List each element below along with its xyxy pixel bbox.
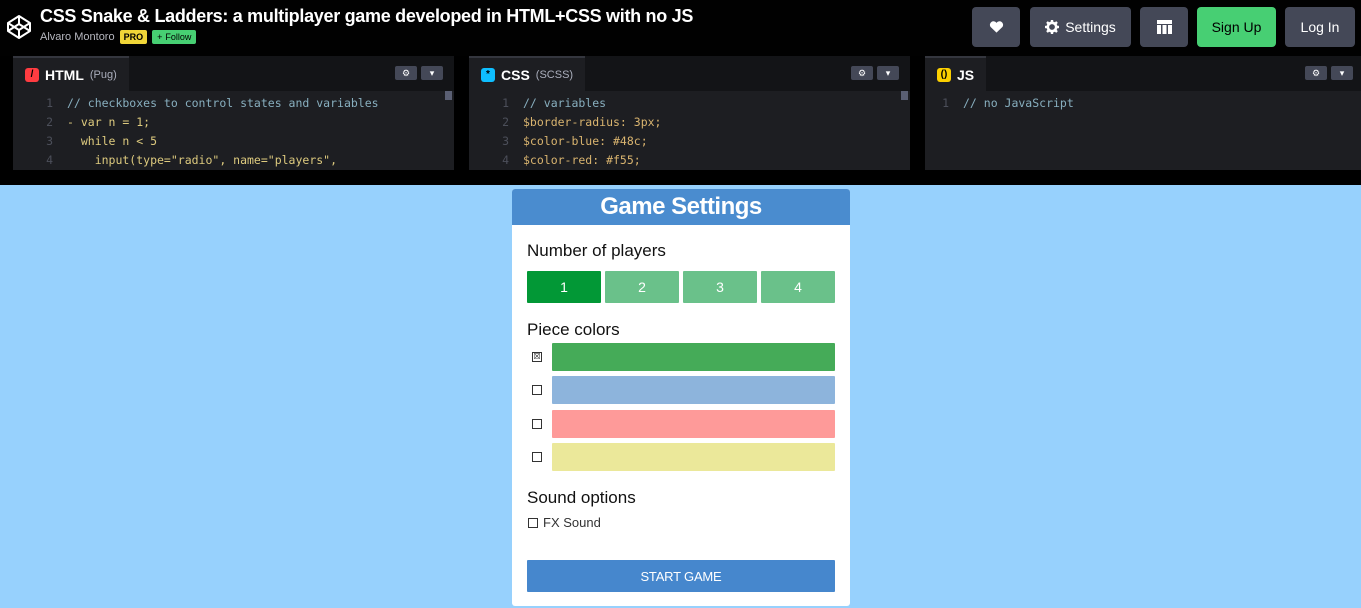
code-line: 1 // variables [469, 94, 910, 113]
css-tab-sub: (SCSS) [535, 68, 574, 81]
gear-icon [1045, 20, 1060, 34]
css-editor-header: * CSS (SCSS) ⚙ ▾ [469, 56, 910, 91]
code-text: $color-red: #f55; [523, 153, 641, 167]
fx-sound-label: FX Sound [543, 515, 601, 530]
layout-button[interactable] [1140, 7, 1188, 47]
code-line: 3 while n < 5 [13, 132, 454, 151]
line-number: 4 [502, 153, 509, 167]
piece-color-row: ☒ [527, 343, 835, 371]
code-text: $border-radius: 3px; [523, 115, 662, 129]
piece-color-swatch[interactable] [552, 410, 835, 438]
pro-badge: PRO [119, 30, 148, 44]
code-text: input(type="radio", name="players", [67, 153, 338, 167]
author-row: Alvaro Montoro PRO + Follow [40, 30, 197, 44]
sound-options-label: Sound options [527, 488, 636, 507]
top-header: CSS Snake & Ladders: a multiplayer game … [0, 0, 1361, 56]
piece-color-row [527, 376, 835, 404]
piece-color-row [527, 410, 835, 438]
line-number: 3 [46, 134, 53, 148]
code-line: 2 - var n = 1; [13, 113, 454, 132]
css-tab-name: CSS [501, 66, 530, 83]
html-tab-name: HTML [45, 66, 84, 83]
codepen-logo-icon[interactable] [6, 14, 32, 40]
player-count-2-button[interactable]: 2 [605, 271, 679, 303]
css-asterisk-icon: * [481, 67, 495, 82]
fx-sound-option[interactable]: FX Sound [528, 515, 601, 530]
html-editor-header: / HTML (Pug) ⚙ ▾ [13, 56, 454, 91]
line-number: 4 [46, 153, 53, 167]
line-number: 1 [46, 96, 53, 110]
login-button[interactable]: Log In [1285, 7, 1355, 47]
js-code[interactable]: 1 // no JavaScript [925, 94, 1361, 113]
css-editor-pane: * CSS (SCSS) ⚙ ▾ 1 // variables 2 $border-… [469, 56, 910, 170]
js-tab-name: JS [957, 66, 975, 83]
css-tab[interactable]: * CSS (SCSS) [469, 56, 586, 91]
code-text: while n < 5 [67, 134, 158, 148]
piece-color-swatch[interactable] [552, 443, 835, 471]
code-text: $color-blue: #48c; [523, 134, 648, 148]
js-settings-button[interactable]: ⚙ [1305, 66, 1327, 80]
html-tab[interactable]: / HTML (Pug) [13, 56, 129, 91]
piece-color-checkbox[interactable] [532, 452, 542, 462]
signup-button[interactable]: Sign Up [1197, 7, 1276, 47]
js-editor-header: () JS ⚙ ▾ [925, 56, 1361, 91]
editor-resize-bar[interactable] [0, 170, 1361, 185]
fx-sound-checkbox[interactable] [528, 517, 538, 528]
player-count-1-button[interactable]: 1 [527, 271, 601, 303]
code-text: // no JavaScript [963, 96, 1074, 110]
piece-colors-label: Piece colors [527, 320, 620, 339]
code-line: 1 // checkboxes to control states and var… [13, 94, 454, 113]
line-number: 1 [502, 96, 509, 110]
code-text: // variables [523, 96, 607, 110]
settings-button[interactable]: Settings [1030, 7, 1131, 47]
settings-label: Settings [1065, 19, 1116, 35]
like-button[interactable] [972, 7, 1020, 47]
js-tab[interactable]: () JS [925, 56, 987, 91]
code-line: 4 input(type="radio", name="players", [13, 151, 454, 170]
plus-icon: + [157, 32, 163, 42]
html-code[interactable]: 1 // checkboxes to control states and var… [13, 94, 454, 170]
piece-color-swatch[interactable] [552, 376, 835, 404]
game-settings-title: Game Settings [512, 189, 850, 225]
line-number: 2 [502, 115, 509, 129]
line-number: 1 [942, 96, 949, 110]
code-text: // checkboxes to control states and vari… [67, 96, 379, 110]
css-settings-button[interactable]: ⚙ [851, 66, 873, 80]
piece-color-checkbox[interactable]: ☒ [532, 352, 542, 362]
html-collapse-button[interactable]: ▾ [421, 66, 443, 80]
code-text: - var n = 1; [67, 115, 151, 129]
html-tab-sub: (Pug) [89, 68, 117, 81]
css-collapse-button[interactable]: ▾ [877, 66, 899, 80]
html-settings-button[interactable]: ⚙ [395, 66, 417, 80]
line-number: 3 [502, 134, 509, 148]
piece-color-swatch[interactable] [552, 343, 835, 371]
pen-title: CSS Snake & Ladders: a multiplayer game … [40, 6, 694, 26]
css-code[interactable]: 1 // variables 2 $border-radius: 3px; 3 $co… [469, 94, 910, 170]
author-link[interactable]: Alvaro Montoro [40, 31, 115, 43]
game-settings-card: Game Settings Number of players 1 2 3 4 … [512, 189, 850, 606]
js-collapse-button[interactable]: ▾ [1331, 66, 1353, 80]
layout-grid-icon [1156, 20, 1172, 34]
follow-button[interactable]: + Follow [152, 30, 197, 44]
code-line: 3 $color-blue: #48c; [469, 132, 910, 151]
start-game-button[interactable]: START GAME [527, 560, 835, 592]
editor-area: / HTML (Pug) ⚙ ▾ 1 // checkboxes to contr… [0, 56, 1361, 170]
player-count-4-button[interactable]: 4 [761, 271, 835, 303]
player-count-3-button[interactable]: 3 [683, 271, 757, 303]
js-editor-pane: () JS ⚙ ▾ 1 // no JavaScript [925, 56, 1361, 170]
piece-color-checkbox[interactable] [532, 419, 542, 429]
piece-color-row [527, 443, 835, 471]
heart-icon [989, 21, 1003, 33]
players-label: Number of players [527, 241, 666, 260]
html-slash-icon: / [25, 67, 39, 82]
code-line: 1 // no JavaScript [925, 94, 1361, 113]
html-editor-pane: / HTML (Pug) ⚙ ▾ 1 // checkboxes to contr… [13, 56, 454, 170]
code-line: 2 $border-radius: 3px; [469, 113, 910, 132]
line-number: 2 [46, 115, 53, 129]
follow-label: Follow [165, 32, 192, 42]
code-line: 4 $color-red: #f55; [469, 151, 910, 170]
js-braces-icon: () [937, 67, 951, 82]
piece-color-checkbox[interactable] [532, 385, 542, 395]
